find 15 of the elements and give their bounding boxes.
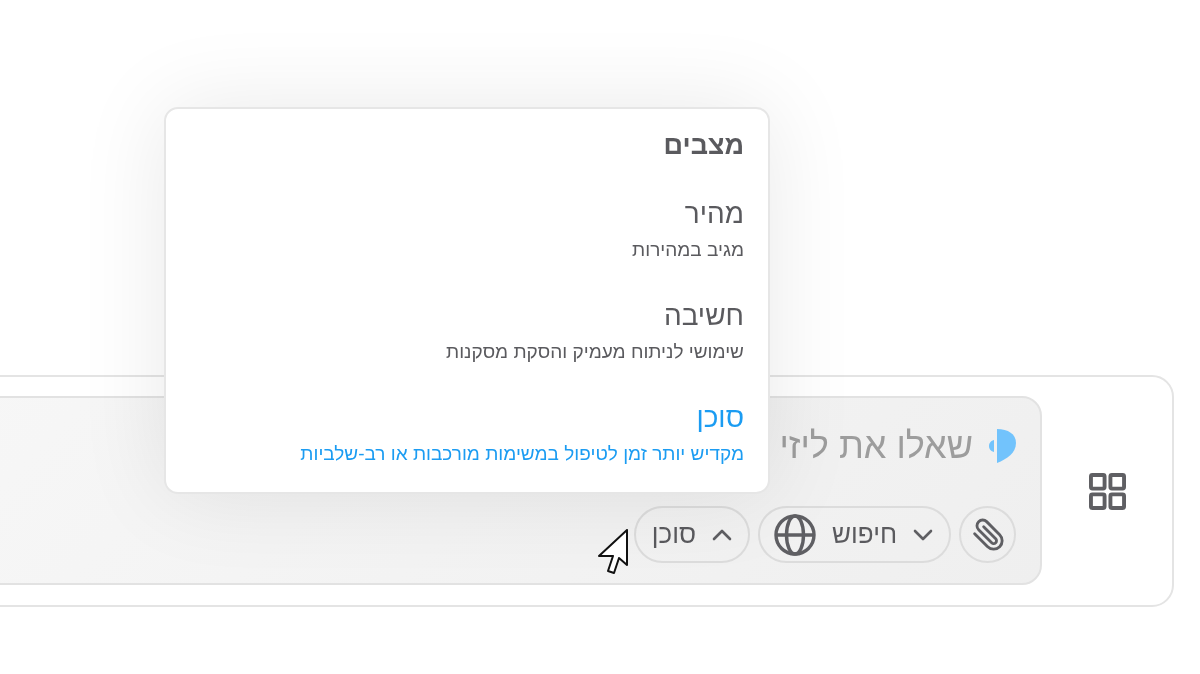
search-toggle-button[interactable]: חיפוש — [758, 506, 951, 563]
mode-option-description: מגיב במהירות — [631, 238, 744, 262]
message-input[interactable]: שאלו את ליזי — [775, 419, 973, 473]
menu-title: מצבים — [662, 129, 744, 162]
globe-icon — [774, 513, 817, 556]
grid-icon[interactable] — [1088, 472, 1126, 510]
mode-dropdown-button[interactable]: סוכן — [633, 506, 751, 563]
logo-icon — [989, 428, 1016, 464]
mode-option[interactable]: חשיבה — [190, 298, 744, 334]
mode-option-description: מקדיש יותר זמן לטיפול במשימות מורכבות או רב-שלביות — [299, 442, 744, 466]
mode-option-description: שימושי לניתוח מעמיק והסקת מסקנות — [445, 340, 744, 364]
mode-option[interactable]: מהיר — [190, 196, 744, 232]
attach-button[interactable] — [959, 506, 1016, 563]
paperclip-icon — [970, 517, 1005, 552]
mouse-pointer-icon — [597, 529, 629, 576]
